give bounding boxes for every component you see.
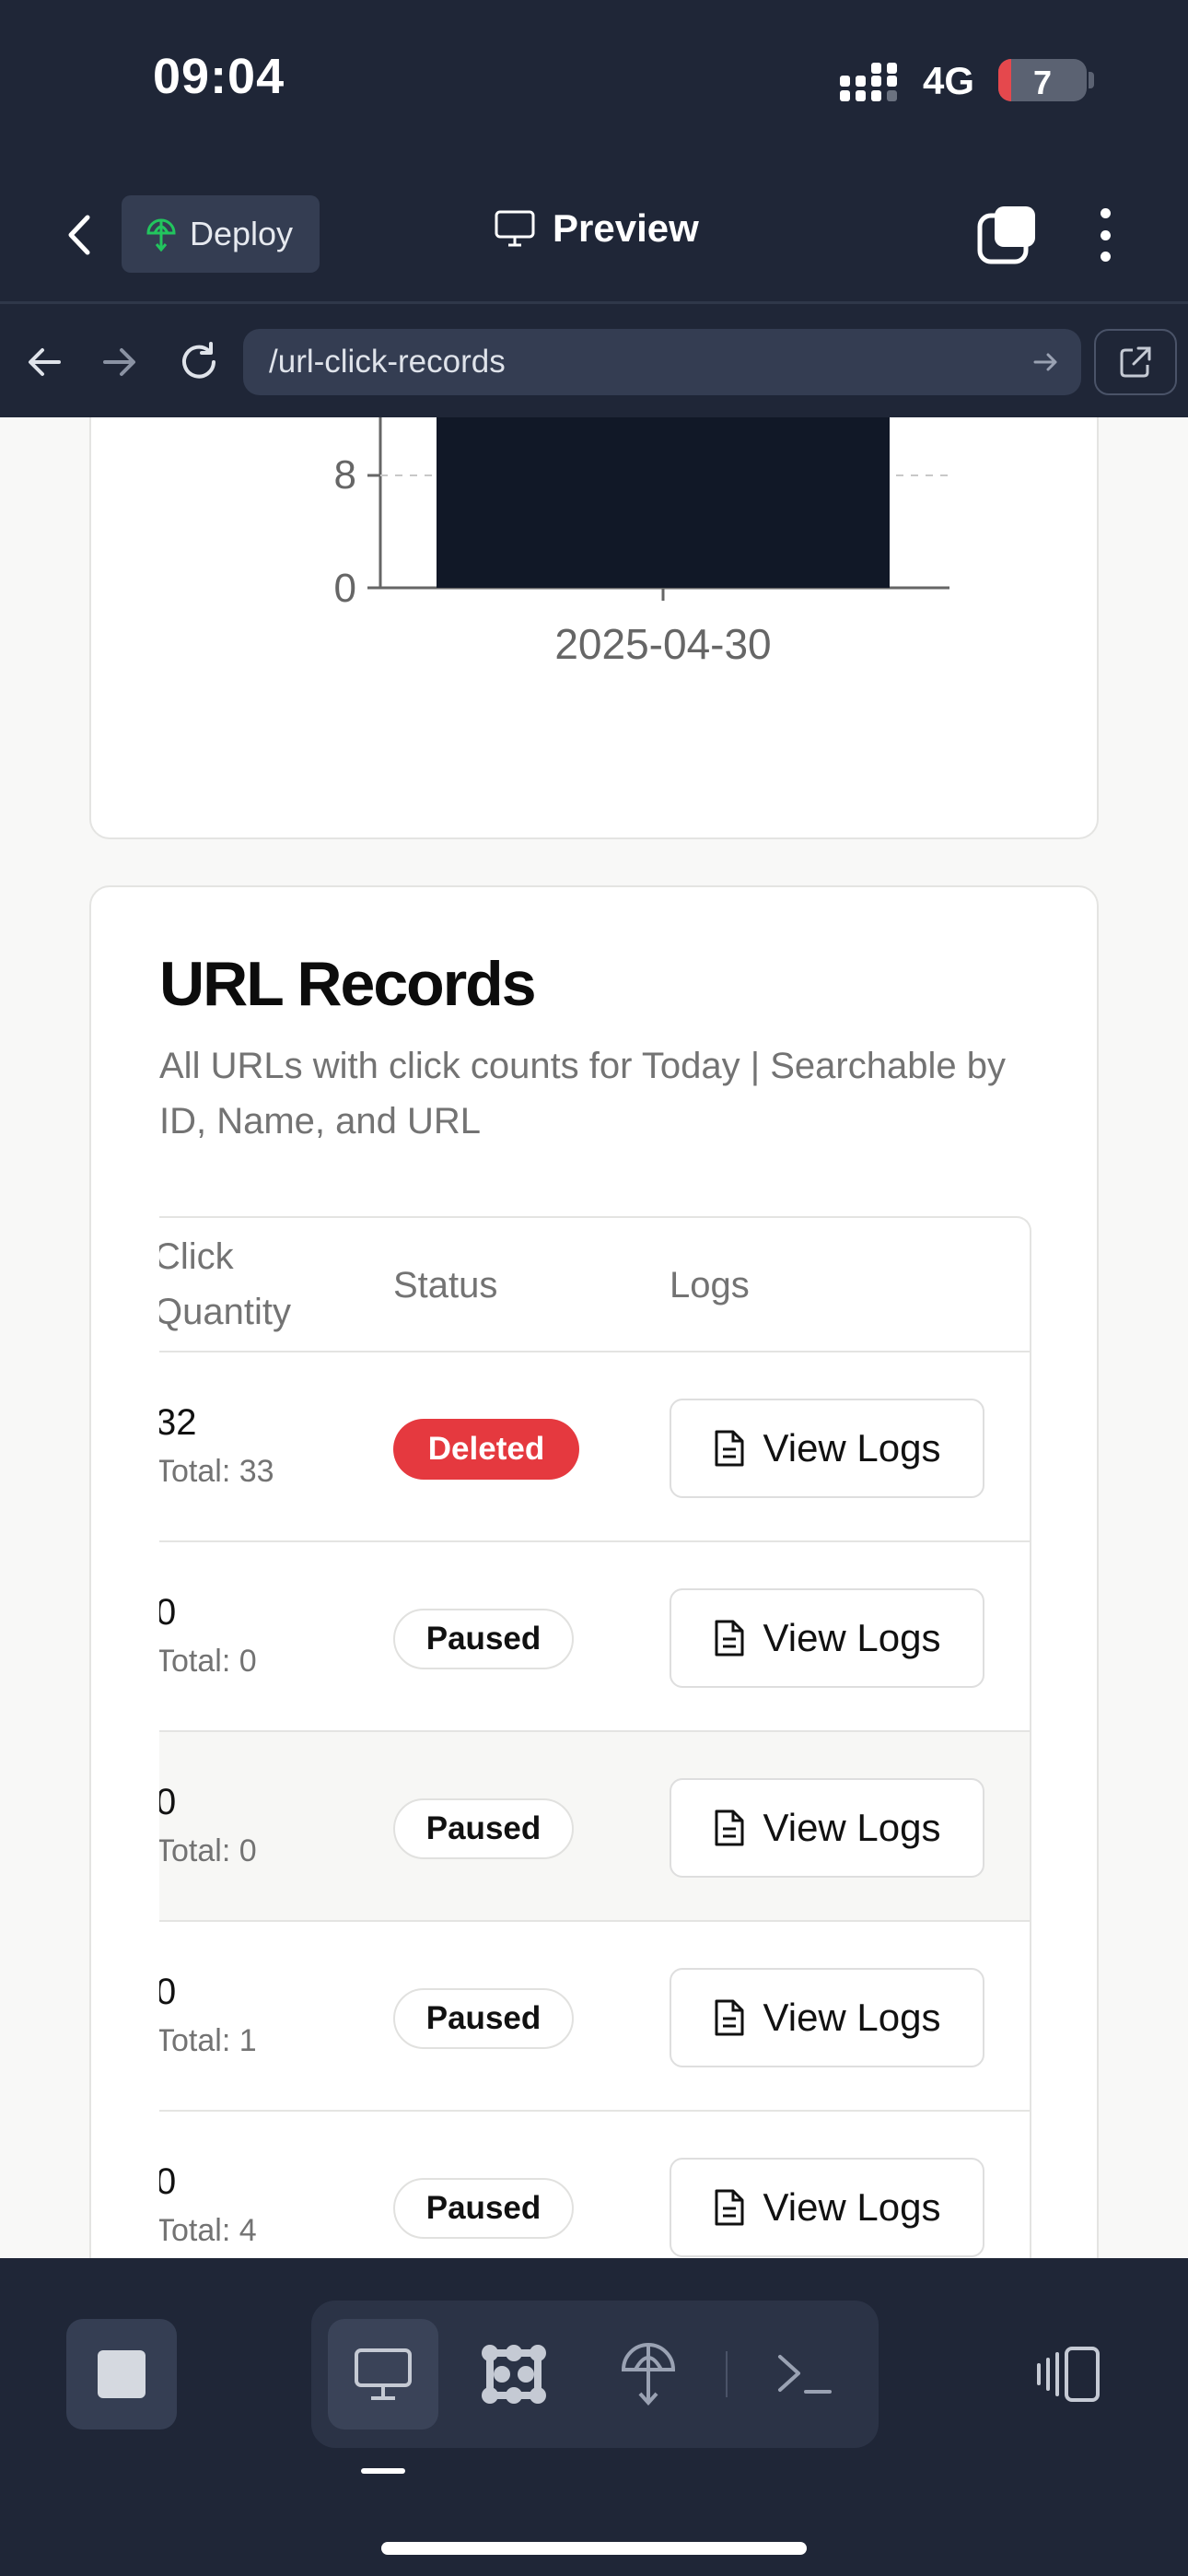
file-text-icon [715, 1620, 744, 1657]
integrations-tool-button[interactable] [459, 2319, 569, 2430]
external-link-icon [1120, 346, 1151, 378]
table-header: Click Quantity Status Logs [159, 1218, 1030, 1352]
click-total: Total: 1 [159, 2023, 257, 2058]
file-text-icon [715, 1999, 744, 2036]
column-header-status[interactable]: Status [393, 1258, 497, 1313]
view-logs-label: View Logs [763, 1806, 941, 1849]
desktop-tool-button[interactable] [328, 2319, 438, 2430]
bottom-toolbar [0, 2258, 1188, 2576]
table-row: 32 Total: 33 Deleted View Logs [159, 1352, 1030, 1542]
status-badge: Paused [393, 2178, 574, 2239]
reload-icon[interactable] [169, 333, 228, 392]
browser-back-icon[interactable] [15, 333, 74, 392]
column-header-quantity[interactable]: Click Quantity [159, 1229, 338, 1340]
page-content: 8 0 2025-04-30 URL Records All URLs with… [0, 417, 1188, 2258]
monitor-icon [495, 210, 535, 247]
x-tick-label: 2025-04-30 [554, 620, 771, 668]
stop-icon [98, 2350, 146, 2398]
battery-icon: 7 [998, 59, 1087, 101]
view-logs-label: View Logs [763, 1426, 941, 1469]
click-quantity: 0 [159, 1592, 176, 1633]
y-tick-label: 8 [334, 452, 356, 498]
y-tick-label: 0 [334, 566, 356, 611]
url-text: /url-click-records [269, 344, 506, 380]
view-logs-button[interactable]: View Logs [670, 2158, 984, 2257]
view-logs-label: View Logs [763, 2185, 941, 2229]
terminal-icon [778, 2355, 832, 2394]
tabs-icon[interactable] [976, 203, 1041, 267]
open-external-button[interactable] [1094, 329, 1177, 395]
url-records-card: URL Records All URLs with click counts f… [89, 885, 1099, 2258]
desktop-icon [355, 2348, 412, 2400]
browser-forward-icon[interactable] [90, 333, 149, 392]
back-button[interactable] [52, 205, 107, 265]
stop-button[interactable] [66, 2319, 177, 2430]
url-input[interactable]: /url-click-records [243, 329, 1081, 395]
file-text-icon [715, 1809, 744, 1846]
signal-icon [840, 63, 897, 101]
table-row: 0 Total: 4 Paused View Logs [159, 2112, 1030, 2258]
app-top-bar: Deploy Preview [0, 166, 1188, 304]
network-type: 4G [923, 59, 975, 102]
status-badge: Paused [393, 1609, 574, 1669]
deploy-button[interactable]: Deploy [122, 195, 320, 273]
home-indicator[interactable] [381, 2542, 807, 2555]
status-badge: Paused [393, 1988, 574, 2049]
view-logs-button[interactable]: View Logs [670, 1968, 984, 2067]
terminal-tool-button[interactable] [750, 2319, 860, 2430]
file-text-icon [715, 1430, 744, 1467]
go-arrow-icon[interactable] [1031, 347, 1061, 377]
view-logs-button[interactable]: View Logs [670, 1588, 984, 1688]
browser-bar: /url-click-records [0, 307, 1188, 417]
preview-title: Preview [494, 206, 699, 251]
click-total: Total: 4 [159, 2213, 257, 2248]
toolbar-divider [726, 2351, 728, 2397]
table-row: 0 Total: 1 Paused View Logs [159, 1922, 1030, 2112]
click-total: Total: 0 [159, 1644, 257, 1679]
table-row: 0 Total: 0 Paused View Logs [159, 1732, 1030, 1922]
battery-tip [1089, 72, 1094, 88]
section-subtitle: All URLs with click counts for Today | S… [159, 1046, 1006, 1142]
status-bar: 09:04 4G 7 [0, 0, 1188, 166]
table-row: 0 Total: 0 Paused View Logs [159, 1542, 1030, 1732]
section-title: URL Records [159, 949, 537, 1019]
integrations-icon [482, 2345, 546, 2404]
status-badge: Paused [393, 1798, 574, 1859]
view-logs-button[interactable]: View Logs [670, 1778, 984, 1878]
more-options-icon[interactable] [1087, 203, 1124, 267]
status-badge: Deleted [393, 1419, 579, 1480]
records-table[interactable]: Click Quantity Status Logs 32 Total: 33 … [159, 1216, 1031, 2258]
chevron-left-icon [68, 215, 90, 255]
tool-group [311, 2301, 879, 2448]
layout-toggle-button[interactable] [1031, 2337, 1105, 2411]
click-total: Total: 0 [159, 1833, 257, 1868]
deploy-icon [146, 218, 176, 252]
click-quantity: 0 [159, 1972, 176, 2013]
deploy-tool-button[interactable] [593, 2319, 704, 2430]
view-logs-label: View Logs [763, 1996, 941, 2039]
click-quantity: 0 [159, 1782, 176, 1823]
layout-icon [1037, 2347, 1100, 2402]
column-header-logs[interactable]: Logs [670, 1258, 750, 1313]
click-total: Total: 33 [159, 1454, 274, 1489]
click-quantity: 0 [159, 2161, 176, 2203]
chart-card: 8 0 2025-04-30 [89, 417, 1099, 839]
view-logs-button[interactable]: View Logs [670, 1399, 984, 1498]
status-time: 09:04 [153, 49, 285, 104]
file-text-icon [715, 2189, 744, 2226]
deploy-label: Deploy [190, 215, 294, 252]
battery-level: 7 [1032, 64, 1053, 101]
preview-label: Preview [553, 206, 699, 250]
chart-bar [437, 417, 890, 588]
click-chart: 8 0 2025-04-30 [334, 417, 949, 668]
view-logs-label: View Logs [763, 1616, 941, 1659]
deploy-icon [621, 2343, 676, 2406]
active-tab-indicator [361, 2468, 405, 2474]
click-quantity: 32 [159, 1402, 197, 1443]
